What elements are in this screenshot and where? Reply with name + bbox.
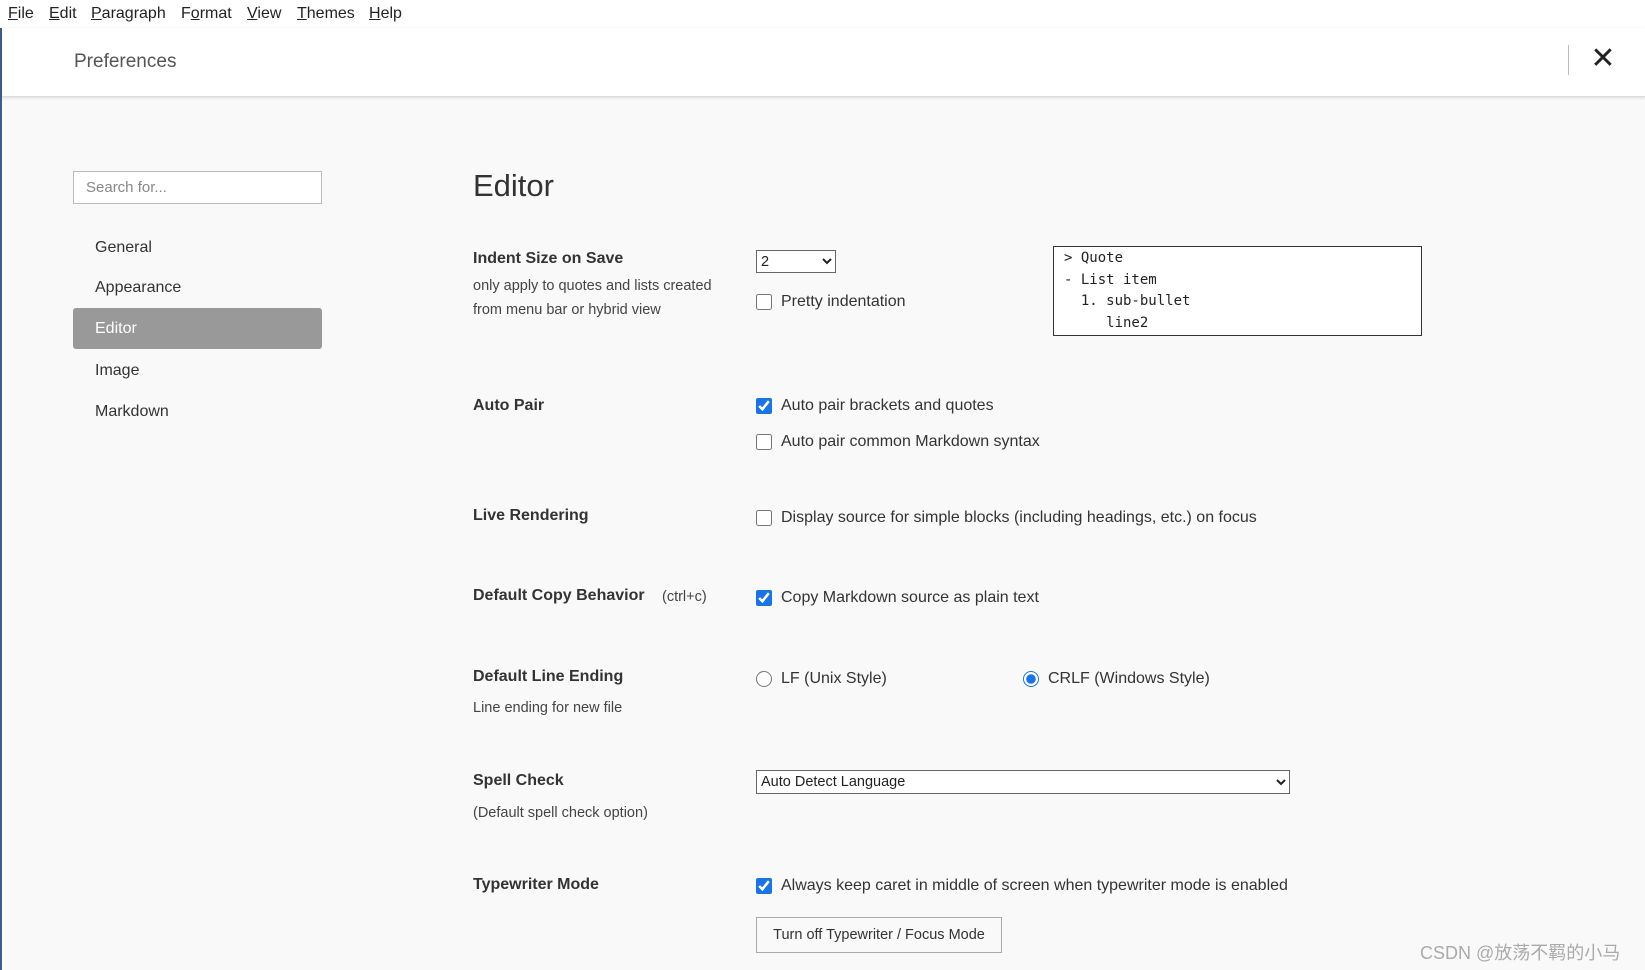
spell-check-label: Spell Check [473, 772, 564, 789]
menu-file[interactable]: File [8, 5, 34, 23]
menu-paragraph[interactable]: Paragraph [91, 5, 166, 23]
pretty-indentation-label: Pretty indentation [781, 293, 906, 310]
line-ending-desc: Line ending for new file [473, 700, 623, 716]
copy-markdown-label: Copy Markdown source as plain text [781, 589, 1039, 606]
spell-check-select[interactable]: Auto Detect Language [756, 770, 1290, 794]
menu-view[interactable]: View [247, 5, 281, 23]
crlf-option[interactable]: CRLF (Windows Style) [1023, 670, 1210, 688]
typewriter-caret-label: Always keep caret in middle of screen wh… [781, 877, 1288, 894]
search-input[interactable] [73, 171, 322, 204]
line-ending-label: Default Line Ending [473, 668, 624, 685]
indent-preview: > Quote - List item 1. sub-bullet line2 [1053, 246, 1422, 336]
auto-pair-markdown-option[interactable]: Auto pair common Markdown syntax [756, 433, 1040, 451]
display-source-checkbox[interactable] [756, 510, 772, 526]
turn-off-typewriter-button[interactable]: Turn off Typewriter / Focus Mode [756, 917, 1002, 953]
auto-pair-markdown-label: Auto pair common Markdown syntax [781, 433, 1040, 450]
auto-pair-brackets-checkbox[interactable] [756, 398, 772, 414]
copy-markdown-checkbox[interactable] [756, 590, 772, 606]
lf-label: LF (Unix Style) [781, 670, 887, 687]
menu-help[interactable]: Help [369, 5, 402, 23]
sidebar-item-image[interactable]: Image [73, 350, 322, 391]
lf-option[interactable]: LF (Unix Style) [756, 670, 887, 688]
menu-themes[interactable]: Themes [297, 5, 355, 23]
menu-edit[interactable]: Edit [49, 5, 77, 23]
typewriter-caret-option[interactable]: Always keep caret in middle of screen wh… [756, 877, 1288, 895]
copy-behavior-label: Default Copy Behavior [473, 587, 645, 604]
auto-pair-brackets-label: Auto pair brackets and quotes [781, 397, 994, 414]
crlf-radio[interactable] [1023, 671, 1039, 687]
sidebar-item-editor[interactable]: Editor [73, 308, 322, 349]
header-divider [1568, 45, 1569, 75]
pretty-indentation-option[interactable]: Pretty indentation [756, 293, 906, 311]
copy-markdown-option[interactable]: Copy Markdown source as plain text [756, 589, 1039, 607]
crlf-label: CRLF (Windows Style) [1048, 670, 1210, 687]
display-source-label: Display source for simple blocks (includ… [781, 509, 1257, 526]
indent-desc-1: only apply to quotes and lists created [473, 278, 712, 294]
spell-check-desc: (Default spell check option) [473, 805, 648, 821]
sidebar-item-general[interactable]: General [73, 227, 322, 268]
indent-label: Indent Size on Save [473, 250, 624, 267]
close-icon[interactable]: ✕ [1590, 44, 1616, 74]
auto-pair-label: Auto Pair [473, 397, 545, 414]
window-edge [0, 0, 2, 970]
auto-pair-markdown-checkbox[interactable] [756, 434, 772, 450]
indent-desc-2: from menu bar or hybrid view [473, 302, 661, 318]
display-source-option[interactable]: Display source for simple blocks (includ… [756, 509, 1257, 527]
auto-pair-brackets-option[interactable]: Auto pair brackets and quotes [756, 397, 994, 415]
page-title: Editor [473, 168, 554, 203]
watermark: CSDN @放荡不羁的小马 [1420, 943, 1621, 963]
lf-radio[interactable] [756, 671, 772, 687]
preferences-title: Preferences [74, 51, 177, 72]
pretty-indentation-checkbox[interactable] [756, 294, 772, 310]
sidebar-item-markdown[interactable]: Markdown [73, 391, 322, 432]
sidebar-item-appearance[interactable]: Appearance [73, 267, 322, 308]
indent-size-select[interactable]: 2 [756, 250, 836, 273]
typewriter-label: Typewriter Mode [473, 876, 599, 893]
typewriter-caret-checkbox[interactable] [756, 878, 772, 894]
menu-format[interactable]: Format [181, 5, 232, 23]
menu-bar: File Edit Paragraph Format View Themes H… [0, 0, 1645, 28]
preferences-header [2, 28, 1645, 97]
live-rendering-label: Live Rendering [473, 507, 589, 524]
copy-behavior-hint: (ctrl+c) [662, 589, 707, 605]
